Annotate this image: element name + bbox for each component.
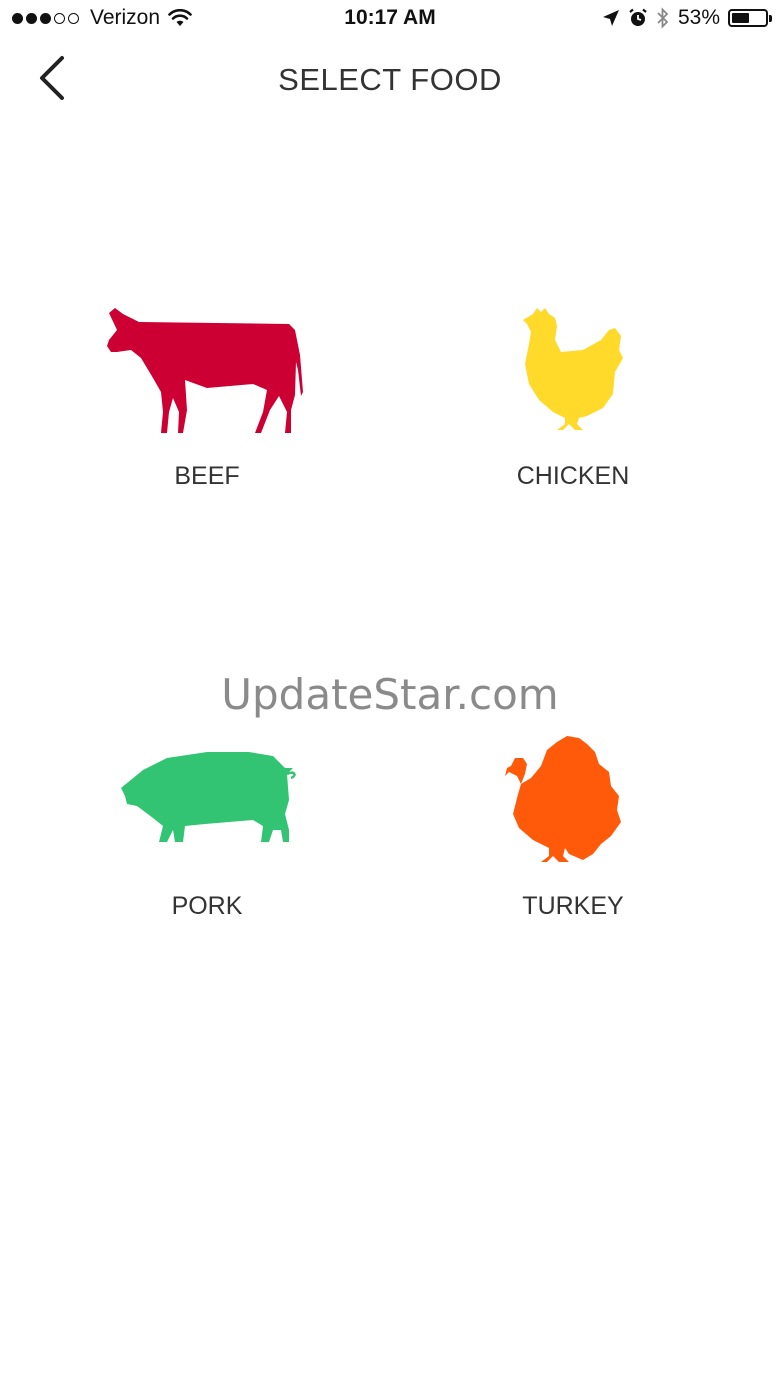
chicken-shape xyxy=(523,308,623,430)
cow-shape xyxy=(107,308,303,433)
bluetooth-icon xyxy=(657,7,669,29)
cow-icon xyxy=(107,308,303,433)
watermark: UpdateStar.com xyxy=(221,670,559,719)
chicken-icon xyxy=(523,308,623,430)
alarm-icon xyxy=(629,8,647,26)
turkey-shape xyxy=(505,736,621,862)
food-item-beef[interactable]: BEEF xyxy=(57,300,357,500)
turkey-icon xyxy=(505,736,621,862)
pig-tail xyxy=(286,771,296,780)
food-item-pork[interactable]: PORK xyxy=(57,730,357,930)
status-bar: Verizon 10:17 AM 53% xyxy=(0,0,780,40)
food-item-turkey[interactable]: TURKEY xyxy=(423,730,723,930)
page-title: SELECT FOOD xyxy=(278,62,502,97)
battery-level xyxy=(732,13,749,23)
food-label-chicken: CHICKEN xyxy=(516,462,630,490)
pig-icon xyxy=(121,752,296,842)
food-item-chicken[interactable]: CHICKEN xyxy=(423,300,723,500)
food-label-turkey: TURKEY xyxy=(522,892,624,920)
food-label-beef: BEEF xyxy=(174,462,240,490)
pig-shape xyxy=(121,752,293,842)
location-arrow-icon xyxy=(602,10,619,26)
status-right: 53% xyxy=(602,6,772,30)
battery-percent: 53% xyxy=(677,6,720,29)
battery-icon xyxy=(728,9,772,27)
header: SELECT FOOD xyxy=(0,40,780,120)
food-label-pork: PORK xyxy=(171,892,243,920)
